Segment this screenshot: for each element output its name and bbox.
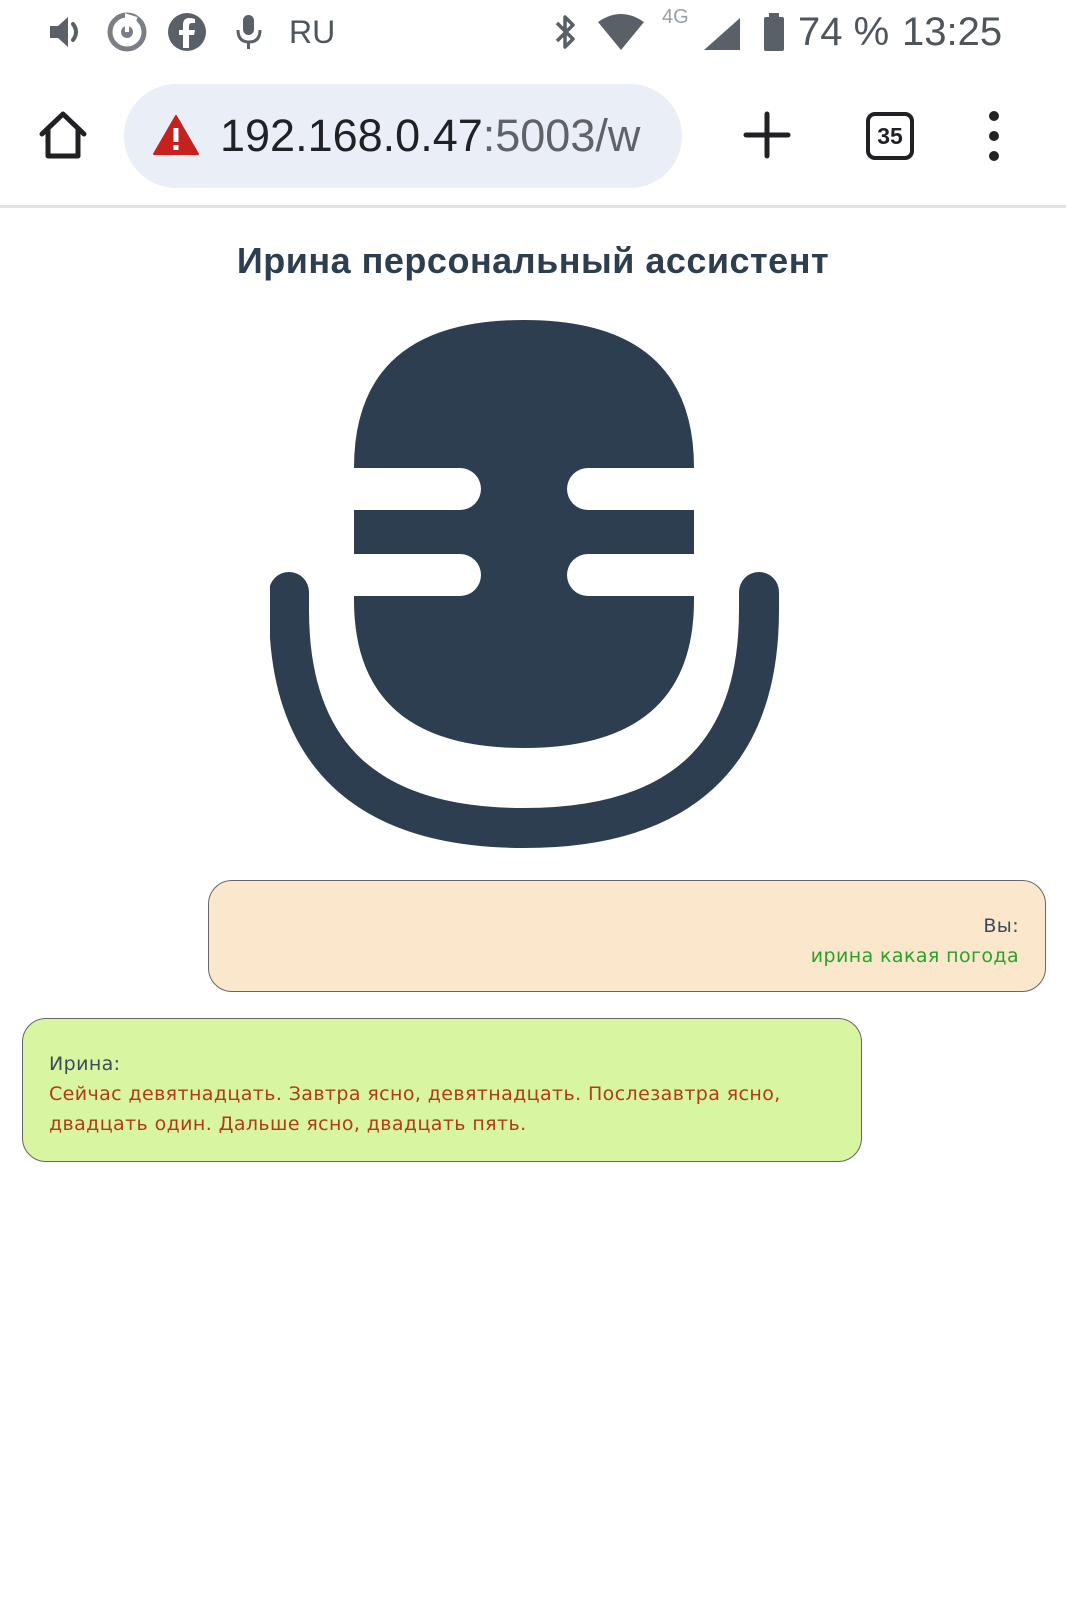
volume-icon [46,0,86,64]
language-indicator: RU [289,13,336,50]
user-message-bubble: Вы: ирина какая погода [208,880,1046,992]
assistant-message-text: Сейчас девятнадцать. Завтра ясно, девятн… [49,1083,781,1135]
bluetooth-icon [552,0,580,64]
facebook-icon [166,0,208,64]
browser-toolbar: 192.168.0.47:5003/w 35 [0,64,1066,208]
cellular-signal-icon [700,0,744,64]
microphone-icon[interactable] [269,320,796,849]
battery-icon [762,0,786,64]
microphone-icon [234,0,264,64]
url-text[interactable]: 192.168.0.47:5003/w [220,84,668,188]
url-host: 192.168.0.47 [220,110,483,161]
battery-percent: 74 % [798,9,890,54]
home-icon[interactable] [36,108,90,162]
music-icon [106,0,148,64]
assistant-message-bubble: Ирина: Сейчас девятнадцать. Завтра ясно,… [22,1018,862,1162]
user-message-text: ирина какая погода [810,945,1019,967]
user-speaker-label: Вы: [983,915,1019,937]
more-menu-icon[interactable] [984,108,1004,164]
not-secure-warning-icon[interactable] [152,114,200,156]
new-tab-plus-icon[interactable] [742,110,792,160]
wifi-icon [596,0,646,64]
url-path: :5003/w [482,110,641,161]
network-type: 4G [662,6,689,28]
tabs-counter-icon[interactable]: 35 [866,112,914,160]
clock-time: 13:25 [902,9,1003,54]
address-bar[interactable]: 192.168.0.47:5003/w [124,84,682,188]
assistant-speaker-label: Ирина: [49,1053,121,1075]
page-title: Ирина персональный ассистент [236,240,830,281]
status-bar: RU 4G 74 % 13:25 [0,0,1066,64]
